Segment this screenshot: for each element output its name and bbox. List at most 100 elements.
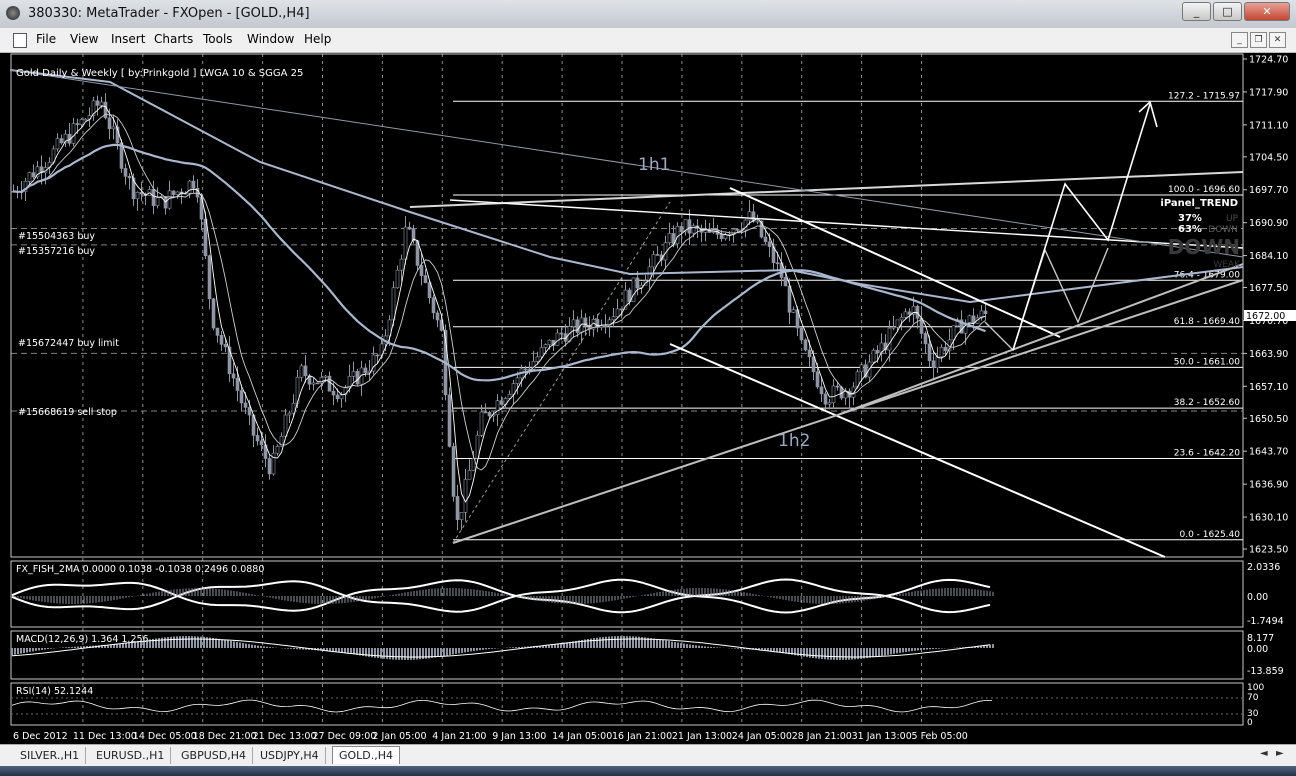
order-label: #15357216 buy bbox=[18, 246, 95, 257]
candle-body bbox=[219, 335, 224, 345]
candle-body bbox=[207, 255, 212, 300]
candle-body bbox=[487, 412, 492, 417]
price-tick-label: 1690.90 bbox=[1249, 218, 1288, 229]
candle-body bbox=[515, 377, 520, 384]
candle-body bbox=[903, 311, 908, 318]
candle-body bbox=[871, 349, 876, 363]
candle-body bbox=[123, 168, 128, 177]
price-chart[interactable]: 127.2 - 1715.97100.0 - 1696.6076.4 - 167… bbox=[10, 52, 1296, 744]
ma-slow-line bbox=[13, 143, 986, 382]
candle-body bbox=[327, 375, 332, 392]
ipanel-down: DOWN bbox=[1208, 225, 1238, 235]
candle-body bbox=[463, 478, 468, 513]
candle-body bbox=[127, 176, 132, 179]
candle-body bbox=[211, 298, 216, 329]
candle-body bbox=[755, 220, 760, 223]
candle-body bbox=[407, 226, 412, 230]
candle-body bbox=[351, 371, 356, 377]
candle-body bbox=[499, 400, 504, 405]
candle-body bbox=[523, 368, 528, 371]
menu-help[interactable]: Help bbox=[304, 32, 331, 46]
menu-charts[interactable]: Charts bbox=[154, 32, 193, 46]
candle-body bbox=[399, 258, 404, 271]
candle-body bbox=[619, 308, 624, 311]
fib-level-label: 61.8 - 1669.40 bbox=[1174, 317, 1240, 327]
price-tick-label: 1677.50 bbox=[1249, 283, 1288, 294]
menu-insert[interactable]: Insert bbox=[111, 32, 145, 46]
candle-body bbox=[243, 402, 248, 408]
price-tick-label: 1636.90 bbox=[1249, 480, 1288, 491]
candle-body bbox=[943, 347, 948, 352]
ipanel-big-down: DOWN bbox=[1168, 235, 1240, 259]
candle-body bbox=[323, 375, 328, 378]
window-controls: _ □ ✕ bbox=[1182, 2, 1290, 21]
time-tick-label: 27 Dec 09:00 bbox=[313, 731, 377, 742]
candle-body bbox=[939, 347, 944, 358]
price-tick-label: 1663.90 bbox=[1249, 349, 1288, 360]
ipanel-up-pct: 37% bbox=[1178, 213, 1202, 224]
price-candles bbox=[11, 93, 988, 531]
candle-body bbox=[555, 332, 560, 346]
metatrader-app-icon[interactable] bbox=[6, 6, 20, 20]
candle-body bbox=[99, 101, 104, 106]
candle-body bbox=[775, 262, 780, 265]
menu-tools[interactable]: Tools bbox=[203, 32, 233, 46]
candle-body bbox=[395, 269, 400, 289]
candle-body bbox=[59, 138, 64, 144]
candle-body bbox=[71, 123, 76, 144]
candle-body bbox=[363, 367, 368, 374]
menu-view[interactable]: View bbox=[70, 32, 98, 46]
order-label: #15504363 buy bbox=[18, 231, 95, 242]
candle-body bbox=[215, 327, 220, 336]
macd-tick: 8.177 bbox=[1247, 633, 1274, 644]
candle-body bbox=[259, 440, 264, 446]
time-tick-label: 18 Dec 21:00 bbox=[193, 731, 257, 742]
candle-body bbox=[31, 172, 36, 178]
menu-file[interactable]: File bbox=[36, 32, 56, 46]
tab-prev-arrow-icon[interactable]: ◄ bbox=[1260, 748, 1268, 759]
mdi-minimize-button[interactable]: _ bbox=[1231, 32, 1248, 48]
chart-header: Gold Daily & Weekly [ by:Prinkgold ] LWG… bbox=[16, 68, 303, 79]
taskbar bbox=[0, 766, 1296, 776]
time-tick-label: 2 Jan 05:00 bbox=[372, 731, 426, 742]
price-tick-label: 1711.10 bbox=[1249, 120, 1288, 131]
candle-body bbox=[655, 254, 660, 256]
rsi-tick: 70 bbox=[1247, 693, 1259, 703]
candle-body bbox=[423, 275, 428, 283]
candle-body bbox=[311, 382, 316, 385]
candle-body bbox=[935, 356, 940, 369]
rsi-tick: 0 bbox=[1247, 718, 1253, 728]
candle-body bbox=[335, 394, 340, 400]
mdi-close-button[interactable]: ✕ bbox=[1269, 32, 1286, 48]
macd-tick: 0.00 bbox=[1247, 644, 1268, 655]
candle-body bbox=[155, 197, 160, 206]
tab-next-arrow-icon[interactable]: ► bbox=[1276, 748, 1284, 759]
candle-body bbox=[615, 308, 620, 318]
candle-body bbox=[283, 414, 288, 437]
time-tick-label: 5 Feb 05:00 bbox=[912, 731, 968, 742]
menu-window[interactable]: Window bbox=[247, 32, 294, 46]
window-title: 380330: MetaTrader - FXOpen - [GOLD.,H4] bbox=[28, 6, 310, 21]
candle-body bbox=[171, 190, 176, 195]
candle-body bbox=[823, 393, 828, 405]
tab-usdjpy[interactable]: USDJPY,H4 bbox=[254, 747, 326, 764]
candle-body bbox=[95, 100, 100, 106]
candle-body bbox=[239, 390, 244, 404]
candle-body bbox=[971, 315, 976, 324]
chart-window-icon[interactable] bbox=[13, 33, 27, 48]
tab-silver[interactable]: SILVER.,H1 bbox=[14, 747, 87, 764]
price-tick-label: 1684.10 bbox=[1249, 251, 1288, 262]
minimize-button[interactable]: _ bbox=[1182, 2, 1211, 21]
fib-level-label: 38.2 - 1652.60 bbox=[1174, 398, 1240, 408]
candle-body bbox=[419, 265, 424, 276]
close-button[interactable]: ✕ bbox=[1244, 2, 1290, 21]
candle-body bbox=[275, 446, 280, 454]
tab-eurusd[interactable]: EURUSD.,H1 bbox=[90, 747, 172, 764]
fisher-tick: 2.0336 bbox=[1247, 562, 1280, 573]
mdi-restore-button[interactable]: ❐ bbox=[1250, 32, 1267, 48]
candle-body bbox=[635, 277, 640, 289]
candle-body bbox=[923, 333, 928, 345]
tab-gold[interactable]: GOLD.,H4 bbox=[332, 746, 401, 764]
maximize-button[interactable]: □ bbox=[1213, 2, 1242, 21]
tab-gbpusd[interactable]: GBPUSD,H4 bbox=[175, 747, 253, 764]
